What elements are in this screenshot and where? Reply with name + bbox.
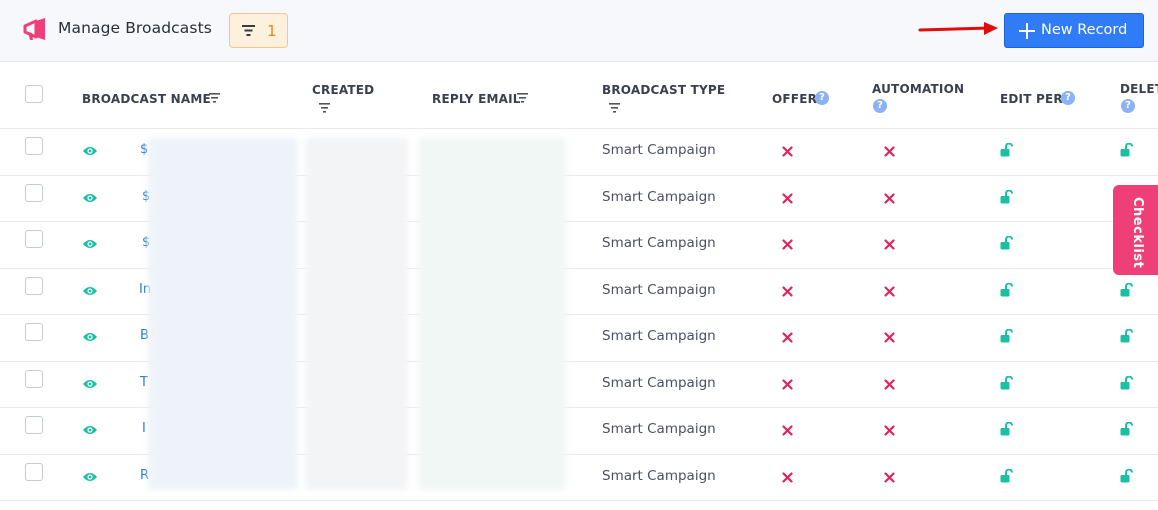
broadcast-name-link[interactable]: I xyxy=(142,421,146,436)
eye-icon[interactable] xyxy=(82,424,98,436)
new-record-button[interactable]: New Record xyxy=(1004,13,1144,48)
unlock-icon[interactable] xyxy=(1000,422,1015,436)
close-icon xyxy=(884,239,895,250)
unlock-icon[interactable] xyxy=(1120,422,1135,436)
close-icon xyxy=(782,378,793,390)
col-delete: DELETE xyxy=(1120,82,1158,96)
eye-icon[interactable] xyxy=(82,145,98,157)
unlock-icon[interactable] xyxy=(1000,375,1015,390)
close-icon xyxy=(884,378,895,390)
row-checkbox[interactable] xyxy=(25,462,43,481)
broadcast-name-link[interactable]: T xyxy=(140,375,148,390)
broadcast-type-cell: Smart Campaign xyxy=(602,188,716,205)
broadcast-type-cell: Smart Campaign xyxy=(602,142,716,158)
page-title: Manage Broadcasts xyxy=(58,19,212,37)
unlock-icon[interactable] xyxy=(1000,236,1015,250)
eye-icon[interactable] xyxy=(82,471,98,483)
column-filter-icon[interactable] xyxy=(319,103,330,113)
new-record-label: New Record xyxy=(1041,22,1128,38)
megaphone-icon xyxy=(23,18,45,40)
red-arrow-annotation xyxy=(918,22,998,35)
close-icon xyxy=(884,192,895,204)
help-icon[interactable]: ? xyxy=(815,91,829,105)
close-icon xyxy=(884,146,895,157)
close-icon xyxy=(782,425,793,436)
unlock-icon[interactable] xyxy=(1120,282,1135,297)
unlock-icon[interactable] xyxy=(1000,189,1015,204)
col-broadcast-name[interactable]: BROADCAST NAME xyxy=(82,92,211,106)
unlock-icon[interactable] xyxy=(1000,468,1015,483)
close-icon xyxy=(884,425,895,436)
row-divider xyxy=(0,128,1158,129)
checklist-label: Checklist xyxy=(1130,197,1145,269)
row-checkbox[interactable] xyxy=(25,276,43,295)
unlock-icon[interactable] xyxy=(1120,375,1135,390)
col-automation: AUTOMATION xyxy=(872,82,965,96)
col-edit-per: EDIT PER. xyxy=(1000,92,1068,106)
unlock-icon[interactable] xyxy=(1120,143,1135,157)
select-all-checkbox[interactable] xyxy=(25,85,43,103)
close-icon xyxy=(782,332,793,343)
row-checkbox[interactable] xyxy=(25,323,43,341)
unlock-icon[interactable] xyxy=(1120,329,1135,343)
help-icon[interactable]: ? xyxy=(873,99,887,113)
redacted-names xyxy=(148,138,298,490)
broadcast-type-cell: Smart Campaign xyxy=(602,467,716,484)
column-filter-icon[interactable] xyxy=(209,93,220,103)
close-icon xyxy=(782,285,793,297)
filter-count-badge: 1 xyxy=(267,22,277,40)
eye-icon[interactable] xyxy=(82,285,98,297)
close-icon xyxy=(782,192,793,204)
broadcast-type-cell: Smart Campaign xyxy=(602,421,716,437)
broadcast-type-cell: Smart Campaign xyxy=(602,281,716,298)
row-checkbox[interactable] xyxy=(25,183,43,202)
broadcast-type-cell: Smart Campaign xyxy=(602,374,716,391)
column-filter-icon[interactable] xyxy=(517,93,528,103)
filter-button[interactable]: 1 xyxy=(229,13,288,48)
eye-icon[interactable] xyxy=(82,331,98,343)
redacted-dates xyxy=(305,138,408,490)
col-offer: OFFER xyxy=(772,92,818,106)
close-icon xyxy=(782,146,793,157)
row-checkbox[interactable] xyxy=(25,230,43,248)
close-icon xyxy=(884,471,895,483)
eye-icon[interactable] xyxy=(82,192,98,204)
help-icon[interactable]: ? xyxy=(1121,99,1135,113)
row-checkbox[interactable] xyxy=(25,369,43,388)
plus-icon xyxy=(1019,23,1035,39)
row-divider xyxy=(0,500,1158,501)
close-icon xyxy=(782,471,793,483)
filter-icon xyxy=(242,25,255,36)
eye-icon[interactable] xyxy=(82,238,98,250)
row-checkbox[interactable] xyxy=(25,416,43,434)
broadcast-type-cell: Smart Campaign xyxy=(602,235,716,251)
help-icon[interactable]: ? xyxy=(1061,91,1075,105)
broadcast-type-cell: Smart Campaign xyxy=(602,328,716,344)
page-header: Manage Broadcasts 1 New Record xyxy=(0,0,1158,62)
close-icon xyxy=(884,285,895,297)
col-reply-email[interactable]: REPLY EMAIL xyxy=(432,92,521,106)
eye-icon[interactable] xyxy=(82,378,98,390)
col-created[interactable]: CREATED xyxy=(312,83,374,97)
column-filter-icon[interactable] xyxy=(609,103,620,113)
unlock-icon[interactable] xyxy=(1000,143,1015,157)
redacted-emails xyxy=(418,138,566,490)
col-broadcast-type[interactable]: BROADCAST TYPE xyxy=(602,83,725,97)
unlock-icon[interactable] xyxy=(1000,282,1015,297)
checklist-tab[interactable]: Checklist xyxy=(1113,185,1158,275)
row-checkbox[interactable] xyxy=(25,137,43,155)
close-icon xyxy=(884,332,895,343)
unlock-icon[interactable] xyxy=(1000,329,1015,343)
unlock-icon[interactable] xyxy=(1120,468,1135,483)
close-icon xyxy=(782,239,793,250)
